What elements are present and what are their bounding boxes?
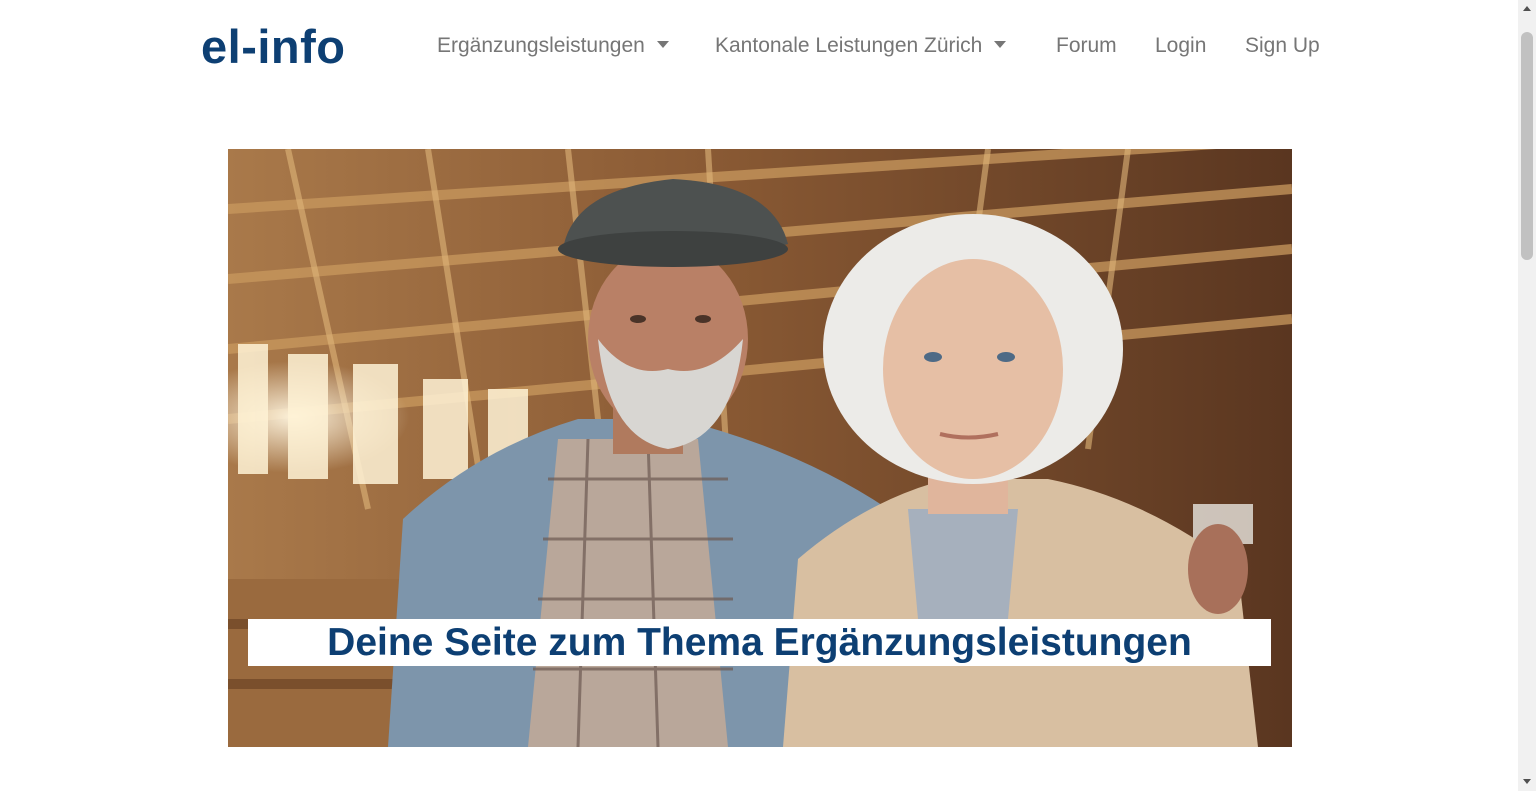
nav-item-label: Forum (1056, 34, 1117, 57)
hero-caption: Deine Seite zum Thema Ergänzungsleistung… (248, 619, 1271, 666)
nav-item-sign-up[interactable]: Sign Up (1245, 32, 1320, 60)
navbar: el-info Ergänzungsleistungen Kantonale L… (0, 0, 1518, 92)
caret-down-icon (994, 41, 1007, 48)
scroll-up-arrow-icon[interactable] (1523, 6, 1531, 11)
vertical-scrollbar[interactable] (1518, 0, 1536, 791)
nav-item-ergaenzungsleistungen[interactable]: Ergänzungsleistungen (437, 32, 669, 60)
caret-down-icon (656, 41, 669, 48)
scroll-thumb[interactable] (1521, 32, 1533, 260)
nav-item-forum[interactable]: Forum (1056, 32, 1117, 60)
hero-banner: Deine Seite zum Thema Ergänzungsleistung… (228, 149, 1292, 747)
nav-item-label: Login (1155, 34, 1207, 57)
nav-item-label: Kantonale Leistungen Zürich (715, 34, 983, 57)
brand-logo[interactable]: el-info (201, 20, 345, 74)
page: el-info Ergänzungsleistungen Kantonale L… (0, 0, 1536, 791)
nav-item-kantonale-leistungen[interactable]: Kantonale Leistungen Zürich (715, 32, 1007, 60)
nav-item-label: Sign Up (1245, 34, 1320, 57)
nav-item-login[interactable]: Login (1155, 32, 1206, 60)
scroll-down-arrow-icon[interactable] (1523, 779, 1531, 784)
nav-item-label: Ergänzungsleistungen (437, 34, 645, 57)
